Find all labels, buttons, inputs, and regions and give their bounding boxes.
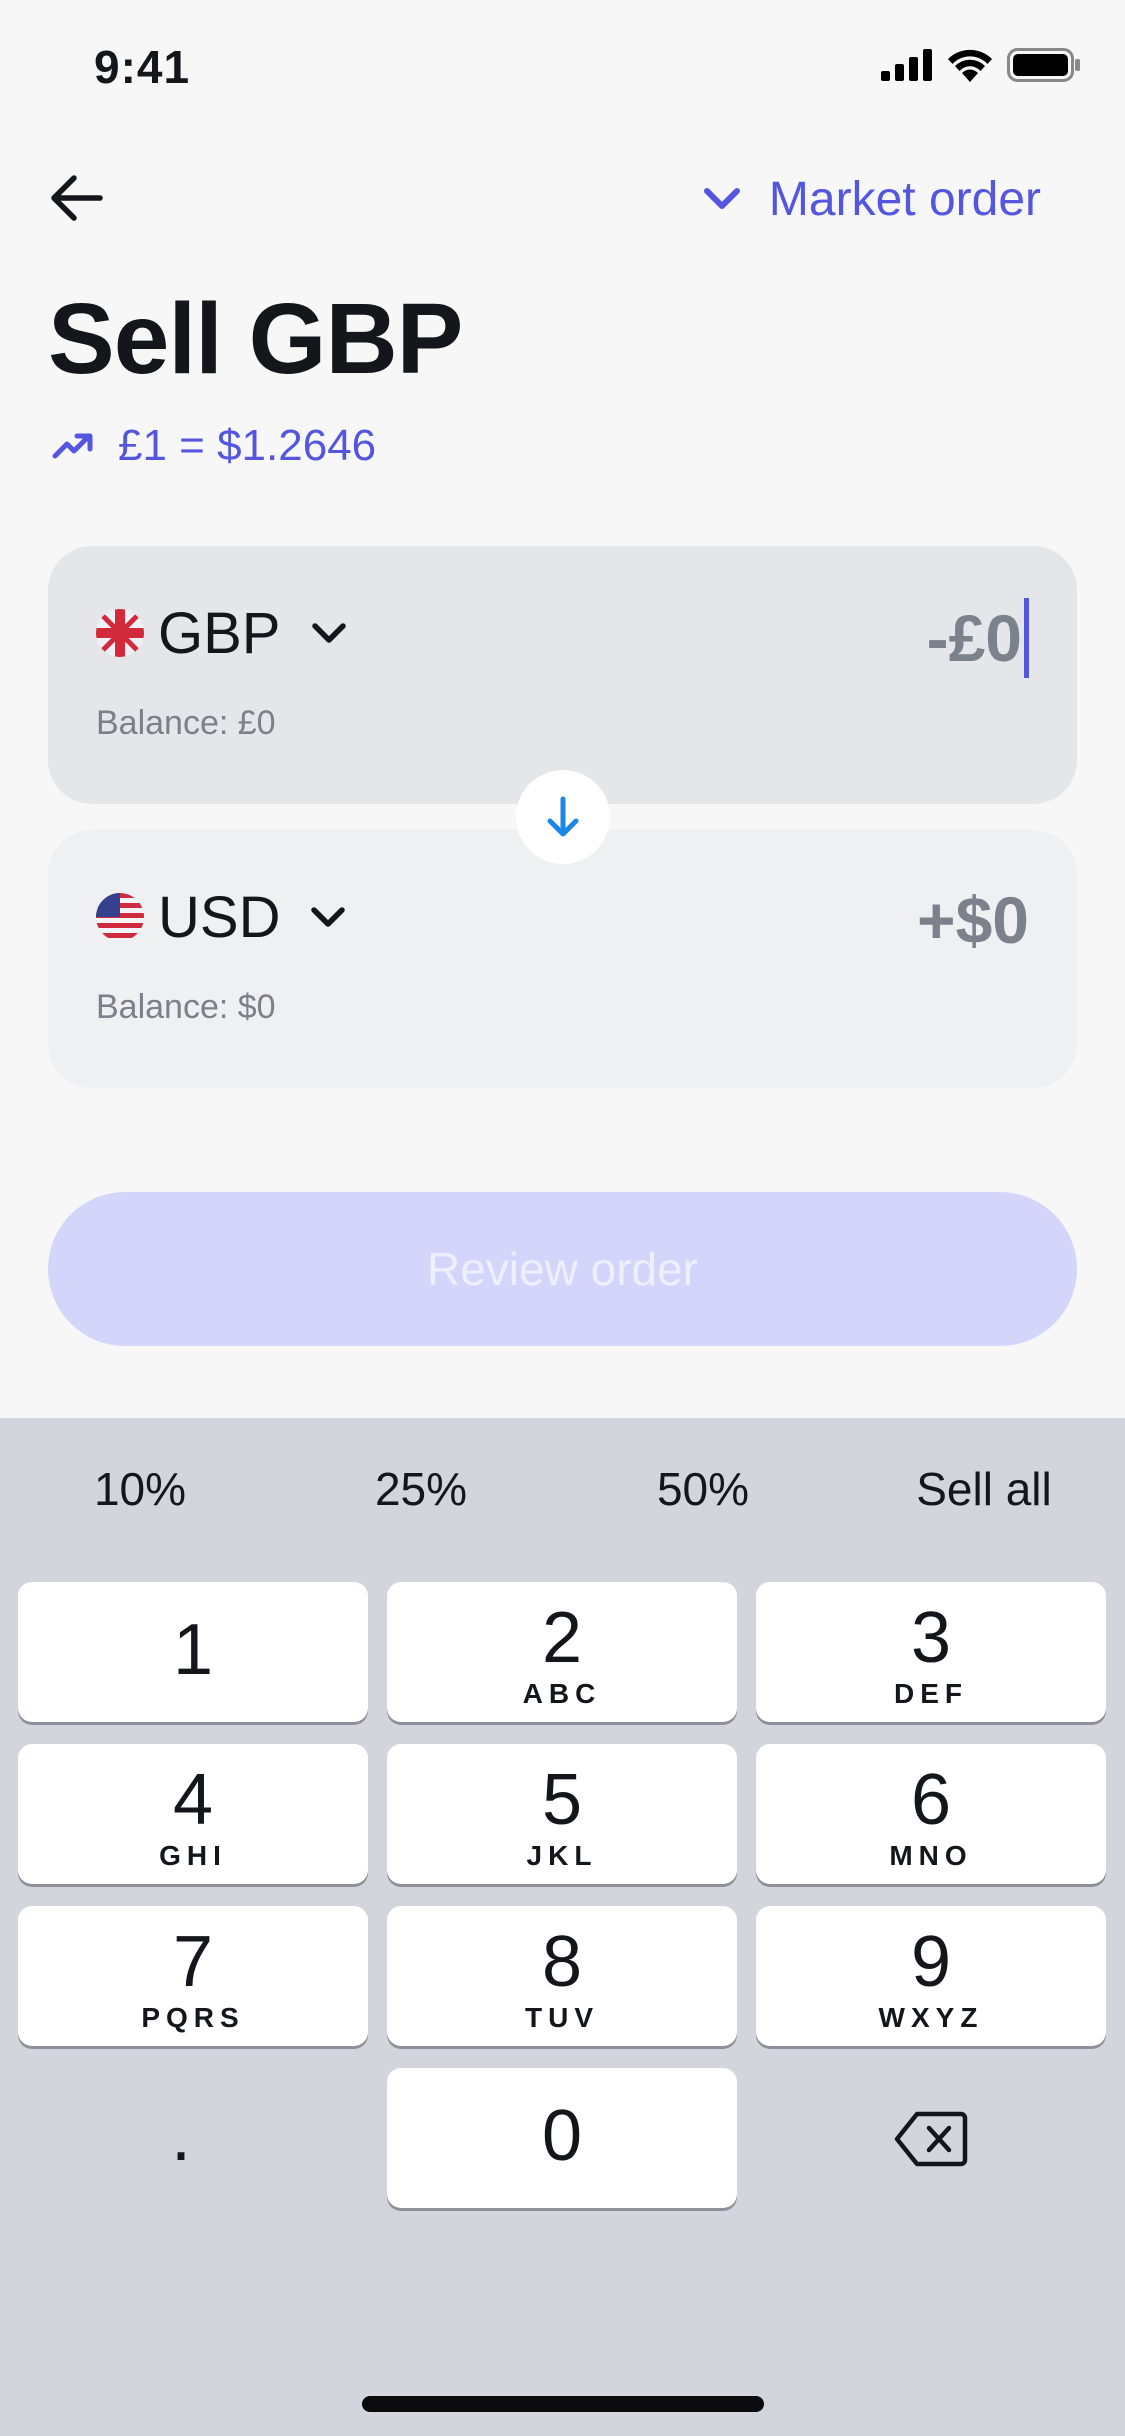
buy-currency-selector[interactable]: USD bbox=[96, 880, 346, 954]
quick-amount-sell-all[interactable]: Sell all bbox=[844, 1462, 1124, 1516]
sell-amount-value: -£0 bbox=[926, 601, 1022, 675]
key-9[interactable]: 9 WXYZ bbox=[756, 1906, 1106, 2046]
page-title: Sell GBP bbox=[48, 283, 463, 395]
buy-currency-card[interactable]: USD Balance: $0 +$0 bbox=[48, 830, 1077, 1088]
home-indicator[interactable] bbox=[362, 2396, 764, 2412]
key-4[interactable]: 4 GHI bbox=[18, 1744, 368, 1884]
wifi-icon bbox=[948, 49, 992, 82]
quick-amount-10[interactable]: 10% bbox=[0, 1462, 280, 1516]
exchange-rate: £1 = $1.2646 bbox=[52, 416, 376, 476]
sell-currency-code: GBP bbox=[158, 600, 281, 666]
chevron-down-icon bbox=[311, 907, 346, 927]
key-6[interactable]: 6 MNO bbox=[756, 1744, 1106, 1884]
quick-amount-row: 10% 25% 50% Sell all bbox=[0, 1462, 1125, 1532]
swap-currencies-button[interactable] bbox=[516, 770, 610, 864]
buy-currency-code: USD bbox=[158, 884, 281, 950]
key-2[interactable]: 2 ABC bbox=[387, 1582, 737, 1722]
exchange-rate-text: £1 = $1.2646 bbox=[118, 421, 377, 470]
order-type-label: Market order bbox=[768, 172, 1041, 226]
order-type-selector[interactable]: Market order bbox=[703, 166, 1041, 232]
key-8[interactable]: 8 TUV bbox=[387, 1906, 737, 2046]
review-order-button[interactable]: Review order bbox=[48, 1192, 1077, 1346]
back-button[interactable] bbox=[44, 166, 108, 230]
buy-balance: Balance: $0 bbox=[96, 988, 276, 1026]
key-backspace[interactable] bbox=[756, 2068, 1106, 2208]
status-time: 9:41 bbox=[94, 41, 191, 93]
quick-amount-50[interactable]: 50% bbox=[563, 1462, 843, 1516]
buy-amount-value: +$0 bbox=[917, 883, 1029, 957]
numeric-keypad: 10% 25% 50% Sell all 1 2 ABC 3 DEF 4 GHI… bbox=[0, 1418, 1125, 2436]
arrow-left-icon bbox=[51, 175, 103, 221]
sell-currency-selector[interactable]: GBP bbox=[96, 596, 347, 670]
chevron-down-icon bbox=[311, 623, 346, 643]
uk-flag-icon bbox=[96, 609, 144, 657]
sell-amount-input[interactable]: -£0 bbox=[927, 598, 1029, 678]
us-flag-icon bbox=[96, 893, 144, 941]
key-1[interactable]: 1 bbox=[18, 1582, 368, 1722]
key-3[interactable]: 3 DEF bbox=[756, 1582, 1106, 1722]
backspace-icon bbox=[894, 2111, 968, 2167]
text-caret bbox=[1024, 598, 1029, 678]
key-0[interactable]: 0 bbox=[387, 2068, 737, 2208]
sell-balance: Balance: £0 bbox=[96, 704, 276, 742]
signal-icon bbox=[881, 49, 932, 81]
chevron-down-icon bbox=[703, 188, 740, 209]
trending-up-icon bbox=[52, 433, 93, 459]
sell-currency-card[interactable]: GBP Balance: £0 -£0 bbox=[48, 546, 1077, 804]
sell-gbp-screen: 9:41 Market order Sell GBP £1 = $1.2646 … bbox=[0, 0, 1125, 2436]
quick-amount-25[interactable]: 25% bbox=[281, 1462, 561, 1516]
key-5[interactable]: 5 JKL bbox=[387, 1744, 737, 1884]
status-icons bbox=[881, 48, 1081, 82]
key-7[interactable]: 7 PQRS bbox=[18, 1906, 368, 2046]
battery-icon bbox=[1007, 48, 1080, 82]
key-decimal[interactable]: . bbox=[6, 2068, 356, 2208]
arrow-down-icon bbox=[547, 796, 579, 837]
